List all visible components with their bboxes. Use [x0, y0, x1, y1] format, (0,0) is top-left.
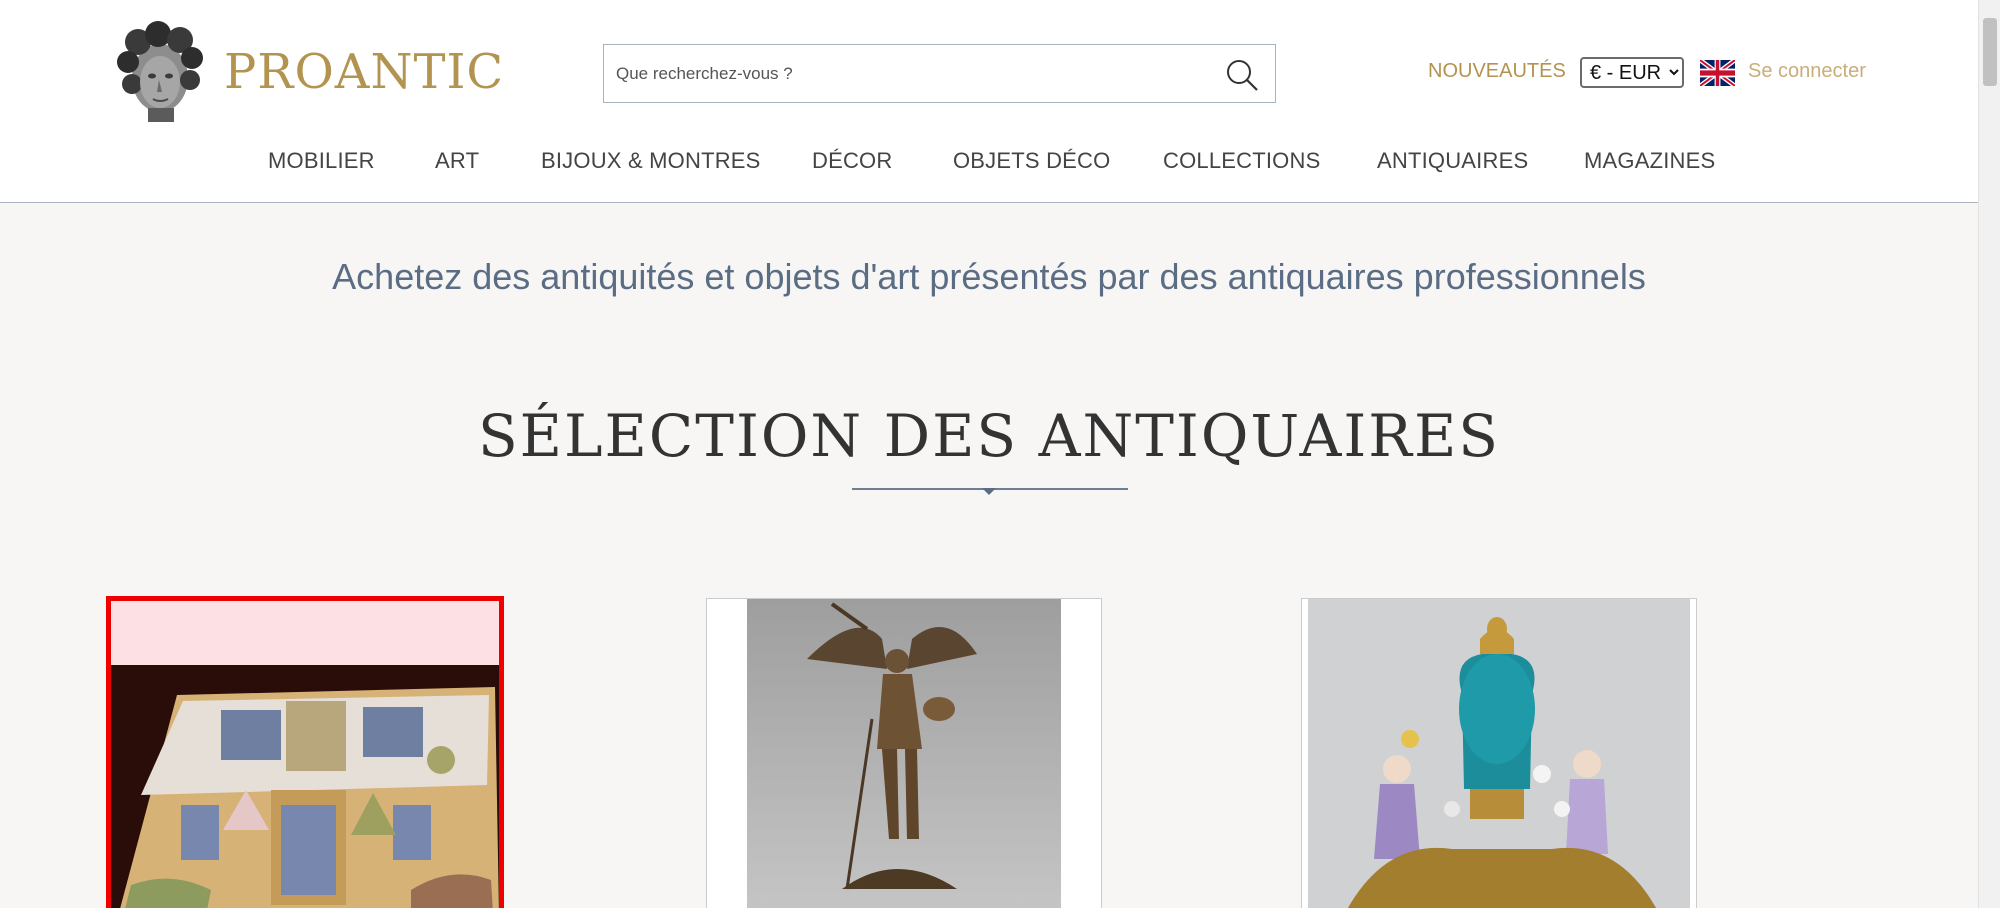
nouveautes-link[interactable]: NOUVEAUTÉS: [1428, 60, 1566, 83]
uk-flag-icon[interactable]: [1700, 60, 1735, 86]
site-header: PROANTIC NOUVEAUTÉS € - EUR Se connecter…: [0, 0, 1978, 203]
nav-item-objets-deco[interactable]: OBJETS DÉCO: [953, 148, 1110, 174]
nav-item-decor[interactable]: DÉCOR: [812, 148, 892, 174]
porcelain-piece-image: [1302, 599, 1696, 908]
title-divider-diamond-icon: [982, 488, 996, 495]
page-scrollbar[interactable]: [1978, 0, 2000, 908]
bronze-statue-image: [707, 599, 1101, 908]
search-input[interactable]: [616, 45, 1216, 102]
nav-item-magazines[interactable]: MAGAZINES: [1584, 148, 1715, 174]
product-card-tapestry[interactable]: [106, 596, 504, 908]
card-highlight-overlay: [111, 601, 499, 665]
product-card-bronze-statue[interactable]: [706, 598, 1102, 908]
section-title: SÉLECTION DES ANTIQUAIRES: [477, 402, 1501, 470]
currency-select[interactable]: € - EUR: [1580, 57, 1684, 88]
tapestry-image: [111, 665, 499, 908]
nav-item-antiquaires[interactable]: ANTIQUAIRES: [1377, 148, 1528, 174]
nav-item-collections[interactable]: COLLECTIONS: [1163, 148, 1320, 174]
main-nav: MOBILIER ART BIJOUX & MONTRES DÉCOR OBJE…: [0, 148, 1978, 178]
logo-text[interactable]: PROANTIC: [224, 44, 504, 100]
page-tagline: Achetez des antiquités et objets d'art p…: [332, 256, 1646, 297]
product-card-porcelain-clock[interactable]: [1301, 598, 1697, 908]
search-icon[interactable]: [1225, 58, 1259, 92]
nav-item-bijoux-montres[interactable]: BIJOUX & MONTRES: [541, 148, 761, 174]
login-link[interactable]: Se connecter: [1748, 60, 1866, 83]
nav-item-mobilier[interactable]: MOBILIER: [268, 148, 375, 174]
logo-bust-icon[interactable]: [112, 20, 208, 122]
nav-item-art[interactable]: ART: [435, 148, 479, 174]
scrollbar-thumb[interactable]: [1983, 18, 1997, 86]
search-bar: [603, 44, 1276, 103]
